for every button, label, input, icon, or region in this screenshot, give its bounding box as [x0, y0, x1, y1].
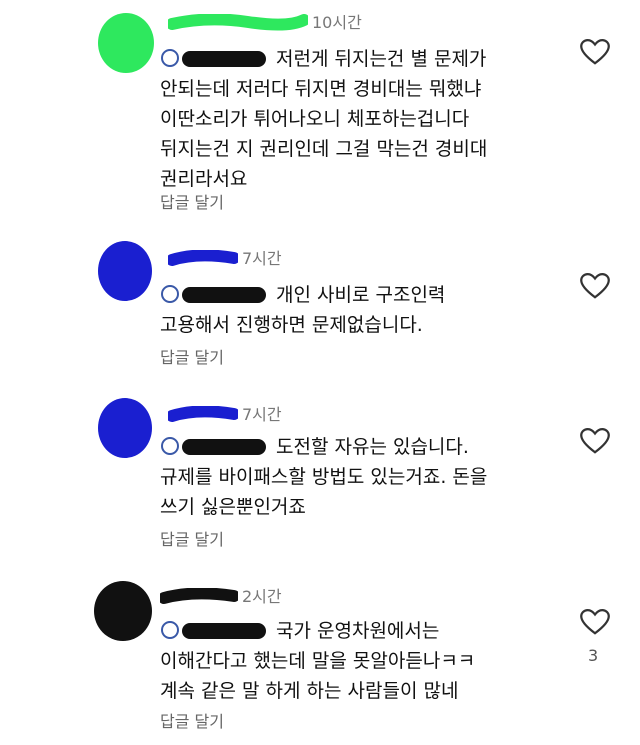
comment-line: 규제를 바이패스할 방법도 있는거죠. 돈을	[160, 466, 488, 488]
comment-line: 안되는데 저러다 뒤지면 경비대는 뭐했냐	[160, 78, 482, 100]
comment-line: 개인 사비로 구조인력	[276, 284, 446, 306]
comment-text: 국가 운영차원에서는 이해간다고 했는데 말을 못알아듣나ㅋㅋ 계속 같은 말 …	[160, 616, 580, 706]
avatar[interactable]	[94, 240, 156, 302]
username-redacted[interactable]	[166, 13, 310, 32]
comment-line: 뒤지는건 지 권리인데 그걸 막는건 경비대	[160, 138, 488, 160]
comment-header: 7시간	[166, 248, 282, 270]
username-redacted[interactable]	[166, 249, 240, 268]
mention-redacted[interactable]	[160, 283, 270, 305]
comment-time: 2시간	[242, 587, 282, 606]
username-redacted[interactable]	[166, 405, 240, 424]
comment-text: 개인 사비로 구조인력 고용해서 진행하면 문제없습니다.	[160, 280, 580, 340]
like-count: 3	[588, 646, 599, 665]
comment-header: 2시간	[158, 586, 282, 608]
comment-line: 이해간다고 했는데 말을 못알아듣나ㅋㅋ	[160, 650, 476, 672]
comment-header: 10시간	[166, 12, 362, 34]
heart-icon[interactable]	[580, 608, 610, 636]
comment-line: 이딴소리가 튀어나오니 체포하는겁니다	[160, 108, 470, 130]
username-redacted[interactable]	[158, 587, 240, 606]
comment-line: 쓰기 싫은뿐인거죠	[160, 496, 306, 518]
mention-redacted[interactable]	[160, 619, 270, 641]
comment-time: 7시간	[242, 405, 282, 424]
heart-icon[interactable]	[580, 38, 610, 66]
heart-icon[interactable]	[580, 272, 610, 300]
comment-line: 계속 같은 말 하게 하는 사람들이 많네	[160, 680, 459, 702]
reply-button[interactable]: 답글 달기	[160, 189, 224, 213]
mention-redacted[interactable]	[160, 435, 270, 457]
reply-button[interactable]: 답글 달기	[160, 526, 224, 550]
comment-text: 저런게 뒤지는건 별 문제가 안되는데 저러다 뒤지면 경비대는 뭐했냐 이딴소…	[160, 44, 580, 194]
mention-redacted[interactable]	[160, 47, 270, 69]
avatar[interactable]	[94, 397, 156, 459]
avatar[interactable]	[92, 580, 154, 642]
comment-text: 도전할 자유는 있습니다. 규제를 바이패스할 방법도 있는거죠. 돈을 쓰기 …	[160, 432, 580, 522]
reply-button[interactable]: 답글 달기	[160, 708, 224, 732]
comment-header: 7시간	[166, 404, 282, 426]
comment-line: 국가 운영차원에서는	[276, 620, 440, 642]
comment-line: 고용해서 진행하면 문제없습니다.	[160, 314, 423, 336]
avatar[interactable]	[95, 12, 157, 74]
comment-time: 7시간	[242, 249, 282, 268]
heart-icon[interactable]	[580, 427, 610, 455]
reply-button[interactable]: 답글 달기	[160, 344, 224, 368]
comment-line: 도전할 자유는 있습니다.	[276, 436, 469, 458]
comment-time: 10시간	[312, 13, 362, 32]
comment-line: 저런게 뒤지는건 별 문제가	[276, 48, 487, 70]
